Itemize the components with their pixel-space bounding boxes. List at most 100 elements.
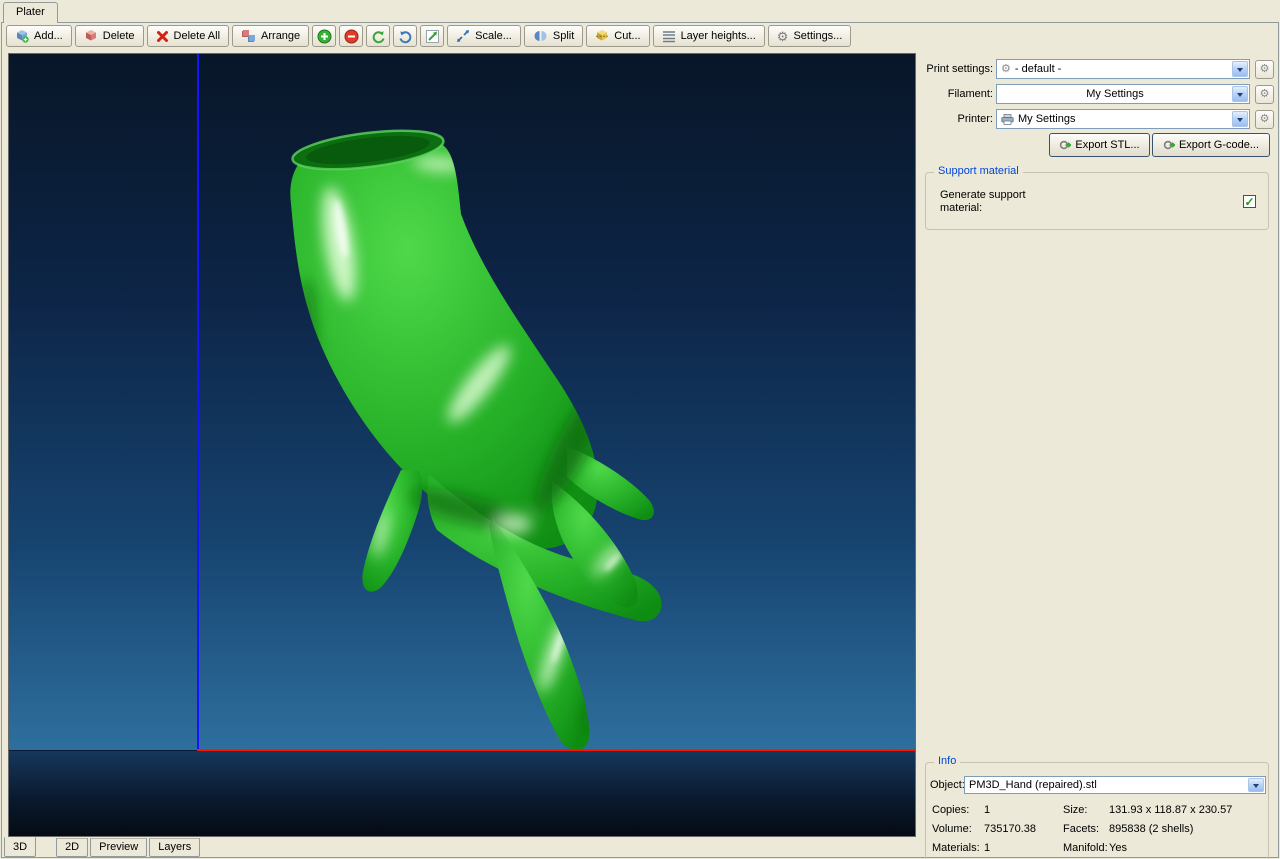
info-group: Info Object: PM3D_Hand (repaired).stl Co…	[925, 755, 1269, 859]
export-stl-label: Export STL...	[1075, 139, 1140, 151]
checkmark-icon: ✓	[1244, 194, 1255, 209]
object-combo[interactable]: PM3D_Hand (repaired).stl	[964, 776, 1266, 794]
print-settings-value: - default -	[1014, 63, 1062, 75]
view-tab-preview[interactable]: Preview	[90, 838, 148, 857]
size-label: Size:	[1063, 804, 1088, 816]
print-settings-combo[interactable]: ⚙ - default -	[996, 59, 1250, 79]
print-settings-dropdown-arrow[interactable]	[1232, 61, 1248, 77]
print-settings-label: Print settings:	[926, 63, 993, 75]
filament-combo[interactable]: My Settings	[996, 84, 1250, 104]
print-settings-edit-button[interactable]: ⚙	[1255, 60, 1274, 79]
printer-value: My Settings	[1018, 113, 1076, 125]
view-tab-layers[interactable]: Layers	[149, 838, 201, 857]
filament-value: My Settings	[1086, 88, 1144, 100]
gear-icon: ⚙	[1259, 88, 1270, 100]
view-tab-3d-label: 3D	[13, 841, 28, 853]
delete-all-icon	[156, 30, 168, 42]
manifold-label: Manifold:	[1063, 842, 1108, 854]
toolbar: Add... Delete Delete All Arrange Scale..…	[6, 25, 852, 49]
arrange-icon	[242, 30, 256, 42]
cut-icon	[596, 30, 609, 41]
tab-plater-label: Plater	[16, 6, 45, 18]
printer-icon	[1001, 113, 1014, 125]
info-group-title: Info	[934, 755, 961, 767]
hand-model[interactable]	[9, 54, 916, 837]
scale-button-label: Scale...	[475, 30, 512, 42]
delete-button[interactable]: Delete	[74, 25, 144, 47]
printer-edit-button[interactable]: ⚙	[1255, 110, 1274, 129]
object-value: PM3D_Hand (repaired).stl	[969, 779, 1097, 791]
copies-value: 1	[984, 804, 991, 816]
support-material-group-title: Support material	[934, 165, 1023, 177]
size-value: 131.93 x 118.87 x 230.57	[1109, 804, 1233, 816]
layer-heights-button-label: Layer heights...	[680, 30, 756, 42]
3d-viewport[interactable]	[8, 53, 916, 837]
printer-dropdown-arrow[interactable]	[1232, 111, 1248, 127]
layer-heights-button[interactable]: Layer heights...	[652, 25, 765, 47]
plus-icon	[317, 29, 332, 43]
change-scale-button[interactable]	[420, 25, 445, 47]
print-settings-gear-icon: ⚙	[1001, 62, 1011, 75]
cut-button[interactable]: Cut...	[586, 25, 650, 47]
manifold-value: Yes	[1109, 842, 1127, 854]
arrange-button[interactable]: Arrange	[232, 25, 310, 47]
split-icon	[534, 31, 547, 41]
view-tab-2d[interactable]: 2D	[56, 838, 89, 857]
copies-label: Copies:	[932, 804, 970, 816]
layer-heights-icon	[662, 30, 675, 42]
scale-button[interactable]: Scale...	[447, 25, 521, 47]
rotate-cw-button[interactable]	[393, 25, 418, 47]
export-gcode-label: Export G-code...	[1178, 139, 1260, 151]
rotate-cw-icon	[399, 30, 411, 43]
split-button[interactable]: Split	[523, 25, 584, 47]
settings-gear-icon: ⚙	[776, 28, 789, 44]
split-button-label: Split	[552, 30, 575, 42]
minus-icon	[344, 29, 359, 43]
gear-icon: ⚙	[1259, 113, 1270, 125]
materials-value: 1	[984, 842, 991, 854]
filament-edit-button[interactable]: ⚙	[1255, 85, 1274, 104]
object-label: Object:	[930, 779, 965, 791]
view-tab-preview-label: Preview	[99, 841, 139, 853]
generate-support-checkbox[interactable]: ✓	[1243, 195, 1256, 208]
add-button-label: Add...	[34, 30, 63, 42]
support-material-group: Support material Generate support materi…	[925, 165, 1269, 230]
rotate-ccw-icon	[372, 30, 385, 43]
view-tab-3d[interactable]: 3D	[4, 837, 37, 857]
filament-dropdown-arrow[interactable]	[1232, 86, 1248, 102]
delete-all-button[interactable]: Delete All	[146, 25, 230, 47]
volume-value: 735170.38	[984, 823, 1036, 835]
gear-icon: ⚙	[1259, 63, 1270, 75]
settings-button-label: Settings...	[793, 30, 843, 42]
materials-label: Materials:	[932, 842, 980, 854]
view-tab-layers-label: Layers	[158, 841, 192, 853]
generate-support-label: Generate support material:	[940, 189, 1026, 214]
increase-copies-button[interactable]	[312, 25, 337, 47]
delete-button-label: Delete	[102, 30, 135, 42]
cut-button-label: Cut...	[614, 30, 641, 42]
printer-combo[interactable]: My Settings	[996, 109, 1250, 129]
decrease-copies-button[interactable]	[339, 25, 364, 47]
scale-icon	[457, 30, 470, 42]
export-stl-button[interactable]: Export STL...	[1049, 133, 1150, 157]
delete-object-icon	[85, 30, 96, 41]
printer-label: Printer:	[957, 113, 993, 125]
rotate-ccw-button[interactable]	[366, 25, 391, 47]
volume-label: Volume:	[932, 823, 972, 835]
delete-all-button-label: Delete All	[173, 30, 221, 42]
filament-label: Filament:	[947, 88, 993, 100]
facets-value: 895838 (2 shells)	[1109, 823, 1194, 835]
add-object-icon	[17, 30, 29, 43]
arrange-button-label: Arrange	[261, 30, 301, 42]
export-stl-icon	[1060, 140, 1072, 150]
view-tab-2d-label: 2D	[65, 841, 80, 853]
settings-button[interactable]: ⚙ Settings...	[767, 25, 852, 47]
view-tab-bar: 3D 2D Preview Layers	[4, 837, 202, 857]
tab-plater[interactable]: Plater	[3, 2, 58, 23]
export-gcode-icon	[1163, 140, 1175, 150]
add-button[interactable]: Add...	[6, 25, 72, 47]
export-gcode-button[interactable]: Export G-code...	[1152, 133, 1270, 157]
object-dropdown-arrow[interactable]	[1248, 778, 1264, 792]
change-scale-icon	[425, 29, 439, 43]
facets-label: Facets:	[1063, 823, 1100, 835]
